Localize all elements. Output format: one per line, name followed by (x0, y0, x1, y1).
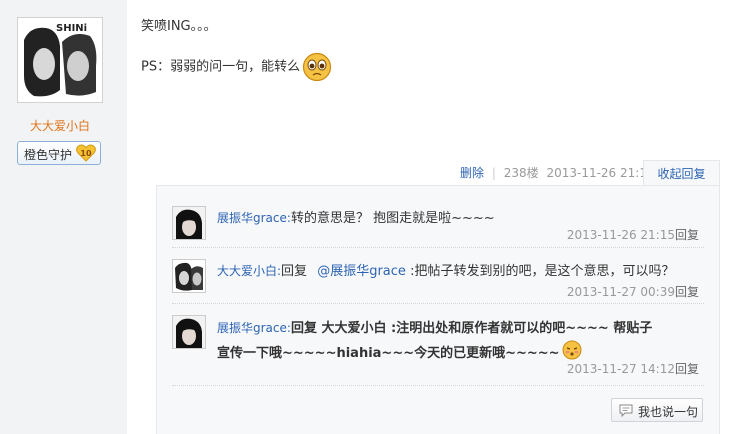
reply-text-line-1: 回复 大大爱小白 :注明出处和原作者就可以的吧~~~~ 帮贴子 (290, 321, 653, 336)
reply-avatar[interactable] (172, 206, 206, 240)
reply-button[interactable]: 回复 (675, 228, 699, 242)
reply-divider (172, 385, 704, 386)
reply-time: 2013-11-27 00:39 (566, 285, 675, 299)
reply-meta: 2013-11-26 21:15回复 (567, 226, 699, 243)
add-comment-label: 我也说一句 (638, 405, 699, 419)
reply-time: 2013-11-27 14:12 (566, 362, 675, 376)
reply-prefix: 回复 (281, 264, 308, 279)
reply-item: 大大爱小白:回复 @展振华grace :把帖子转发到别的吧，是这个意思，可以吗？… (172, 259, 704, 299)
reply-text-line-2: 宣传一下哦~~~~~hiahia~~~今天的已更新哦~~~~~ (217, 346, 560, 361)
pleading-emoticon-icon (302, 52, 332, 82)
reply-avatar-image (173, 260, 205, 292)
post-line-2: PS：弱弱的问一句，能转么 (141, 52, 332, 82)
reply-item: 展振华grace:回复 大大爱小白 :注明出处和原作者就可以的吧~~~~ 帮贴子… (172, 315, 704, 377)
post-meta: 删除 | 238楼 2013-11-26 21:13 (460, 163, 655, 183)
reply-text: 转的意思是？ 抱图走就是啦~~~~ (290, 211, 495, 226)
reply-user-link[interactable]: 展振华grace: (217, 211, 291, 225)
reply-button[interactable]: 回复 (675, 362, 699, 376)
meta-separator: | (491, 166, 496, 180)
reply-meta: 2013-11-27 14:12回复 (567, 360, 699, 377)
author-name[interactable]: 大大爱小白 (0, 117, 120, 134)
reply-content: 大大爱小白:回复 @展振华grace :把帖子转发到别的吧，是这个意思，可以吗？ (217, 261, 704, 282)
reply-item: 展振华grace:转的意思是？ 抱图走就是啦~~~~ 2013-11-26 21… (172, 206, 704, 246)
avatar-logo-text: SHINi (56, 23, 87, 34)
reply-avatar-image (173, 316, 205, 348)
mention-link[interactable]: @展振华grace (317, 264, 406, 279)
add-comment-button[interactable]: 我也说一句 (611, 398, 703, 422)
reply-user-link[interactable]: 大大爱小白: (217, 264, 281, 278)
reply-divider (172, 247, 704, 248)
reply-avatar[interactable] (172, 315, 206, 349)
level-heart-icon: 10 (76, 144, 96, 162)
reply-user-link[interactable]: 展振华grace: (217, 321, 291, 335)
guardian-badge[interactable]: 橙色守护 10 (17, 141, 101, 165)
delete-link[interactable]: 删除 (460, 166, 484, 180)
reply-divider (172, 303, 704, 304)
badge-label: 橙色守护 (24, 148, 73, 162)
author-avatar-image: SHINi (20, 20, 100, 100)
post-body: 笑喷ING。。。 PS：弱弱的问一句，能转么 (141, 17, 332, 82)
reply-avatar[interactable] (172, 259, 206, 293)
post-line-2-text: PS：弱弱的问一句，能转么 (141, 59, 301, 75)
shy-emoticon-icon (562, 340, 582, 360)
reply-text: :把帖子转发到别的吧，是这个意思，可以吗？ (410, 264, 675, 279)
post-time: 2013-11-26 21:13 (546, 166, 655, 180)
reply-time: 2013-11-26 21:15 (566, 228, 675, 242)
fold-replies-tab[interactable]: 收起回复 (643, 160, 720, 186)
reply-avatar-image (173, 207, 205, 239)
comment-icon (619, 404, 633, 417)
author-avatar[interactable]: SHINi (17, 17, 103, 103)
badge-level: 10 (80, 149, 92, 158)
floor-number: 238楼 (503, 166, 539, 180)
post-line-1: 笑喷ING。。。 (141, 19, 217, 34)
reply-content: 展振华grace:回复 大大爱小白 :注明出处和原作者就可以的吧~~~~ 帮贴子… (217, 317, 704, 365)
reply-meta: 2013-11-27 00:39回复 (567, 283, 699, 300)
reply-button[interactable]: 回复 (675, 285, 699, 299)
